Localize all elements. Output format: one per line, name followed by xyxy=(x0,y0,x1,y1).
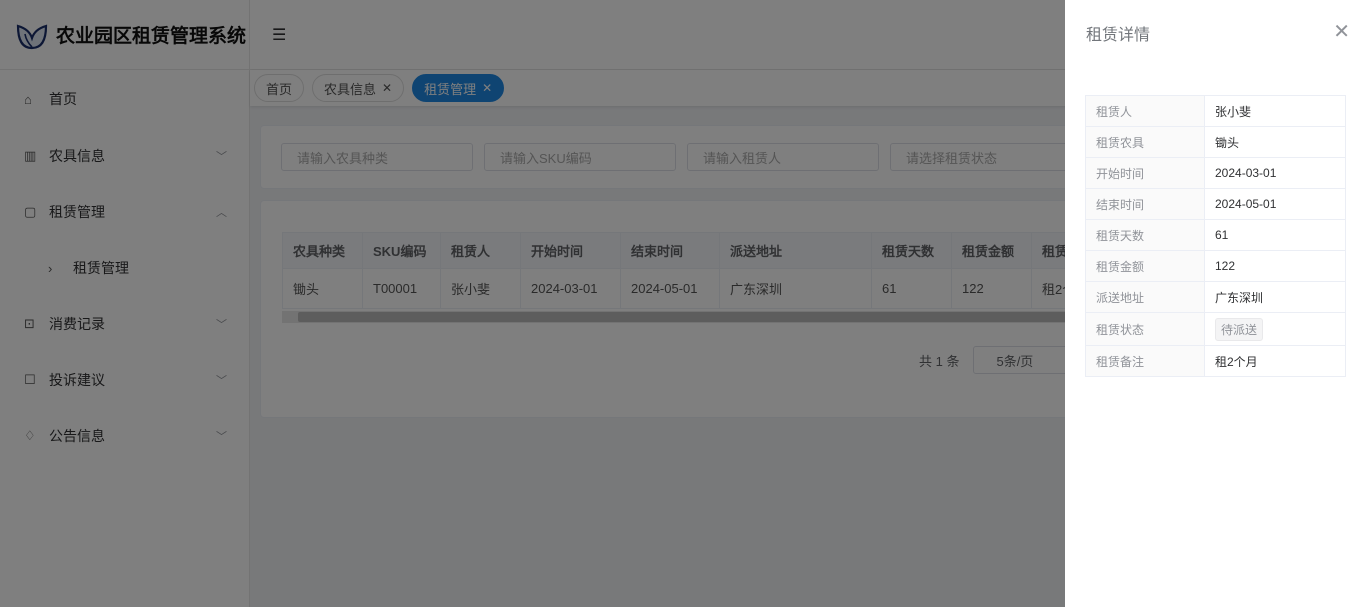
detail-value: 2024-03-01 xyxy=(1204,157,1346,189)
detail-value: 122 xyxy=(1204,250,1346,282)
detail-value: 2024-05-01 xyxy=(1204,188,1346,220)
detail-row: 派送地址 广东深圳 xyxy=(1085,281,1346,313)
detail-label: 租赁人 xyxy=(1085,95,1205,127)
detail-label: 结束时间 xyxy=(1085,188,1205,220)
detail-label: 开始时间 xyxy=(1085,157,1205,189)
detail-label: 派送地址 xyxy=(1085,281,1205,313)
detail-row: 租赁金额 122 xyxy=(1085,250,1346,282)
detail-row: 租赁天数 61 xyxy=(1085,219,1346,251)
detail-label: 租赁天数 xyxy=(1085,219,1205,251)
detail-row: 结束时间 2024-05-01 xyxy=(1085,188,1346,220)
detail-value: 张小斐 xyxy=(1204,95,1346,127)
detail-value: 广东深圳 xyxy=(1204,281,1346,313)
detail-value: 锄头 xyxy=(1204,126,1346,158)
detail-row: 租赁状态 待派送 xyxy=(1085,312,1346,346)
detail-table: 租赁人 张小斐 租赁农具 锄头 开始时间 2024-03-01 结束时间 2024-05… xyxy=(1085,95,1346,377)
detail-row: 租赁农具 锄头 xyxy=(1085,126,1346,158)
detail-label: 租赁状态 xyxy=(1085,312,1205,346)
status-badge: 待派送 xyxy=(1215,317,1264,341)
detail-row: 租赁人 张小斐 xyxy=(1085,95,1346,127)
detail-value: 租2个月 xyxy=(1204,345,1346,377)
detail-label: 租赁备注 xyxy=(1085,345,1205,377)
close-icon[interactable]: ✕ xyxy=(1333,19,1350,44)
rental-detail-drawer: 租赁详情 ✕ 租赁人 张小斐 租赁农具 锄头 开始时间 2024-03-01 结束时间… xyxy=(1065,0,1364,607)
detail-label: 租赁农具 xyxy=(1085,126,1205,158)
drawer-title: 租赁详情 xyxy=(1086,27,1151,44)
detail-value: 61 xyxy=(1204,219,1346,251)
detail-label: 租赁金额 xyxy=(1085,250,1205,282)
detail-row: 开始时间 2024-03-01 xyxy=(1085,157,1346,189)
detail-row: 租赁备注 租2个月 xyxy=(1085,345,1346,377)
